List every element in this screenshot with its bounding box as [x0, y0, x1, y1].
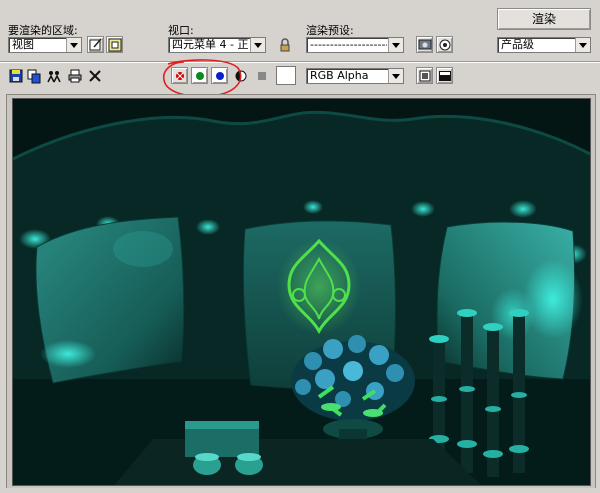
toolbar-separator-highlight — [0, 62, 600, 63]
channel-display-value: RGB Alpha — [310, 69, 369, 82]
chevron-down-icon — [66, 38, 81, 52]
area-to-render-label: 要渲染的区域: — [8, 24, 78, 37]
floppy-disk-icon[interactable] — [8, 68, 24, 84]
render-preset-label: 渲染预设: — [306, 24, 354, 37]
frame-icon — [439, 71, 451, 81]
toggle-ui-overlay-button[interactable] — [416, 67, 433, 84]
status-bar — [0, 488, 600, 493]
render-setup-button[interactable] — [416, 36, 433, 53]
area-to-render-value: 视图 — [12, 38, 34, 51]
viewport-dropdown[interactable]: 四元菜单 4 - 正交 — [168, 37, 266, 53]
toggle-ui-button[interactable] — [436, 67, 453, 84]
lock-viewport-button[interactable] — [276, 36, 293, 53]
area-to-render-dropdown[interactable]: 视图 — [8, 37, 82, 53]
render-setup-icon — [418, 39, 432, 50]
channel-display-dropdown[interactable]: RGB Alpha — [306, 68, 404, 84]
auto-region-button[interactable] — [106, 36, 123, 53]
viewport-value: 四元菜单 4 - 正交 — [172, 38, 249, 51]
overlay-icon — [419, 70, 431, 82]
edit-region-icon — [89, 38, 102, 51]
teapot-icon — [439, 39, 451, 51]
lock-icon — [280, 38, 290, 52]
chevron-down-icon — [388, 38, 403, 52]
rendered-scene — [13, 99, 590, 485]
copy-image-icon[interactable] — [26, 68, 42, 84]
rendered-image[interactable] — [12, 98, 591, 486]
edit-region-button[interactable] — [87, 36, 104, 53]
chevron-down-icon — [388, 69, 403, 83]
print-icon[interactable] — [67, 68, 83, 84]
chevron-down-icon — [250, 38, 265, 52]
chevron-down-icon — [575, 38, 590, 52]
render-button[interactable]: 渲染 — [497, 8, 591, 30]
environment-effects-button[interactable] — [436, 36, 453, 53]
render-preset-dropdown[interactable]: --------------------- — [306, 37, 404, 53]
auto-region-icon — [108, 38, 122, 52]
render-preset-value: --------------------- — [310, 38, 387, 51]
clone-window-icon[interactable] — [46, 68, 62, 84]
color-swatch[interactable] — [276, 66, 296, 85]
clear-x-icon[interactable] — [87, 68, 103, 84]
quality-value: 产品级 — [501, 38, 534, 51]
render-frame-window: 要渲染的区域: 视口: 渲染预设: 渲染 视图 四元菜单 4 - 正交 ----… — [0, 0, 600, 493]
damask-ornament — [277, 238, 361, 335]
monochrome-icon[interactable] — [254, 68, 270, 84]
quality-dropdown[interactable]: 产品级 — [497, 37, 591, 53]
viewport-label: 视口: — [168, 24, 194, 37]
